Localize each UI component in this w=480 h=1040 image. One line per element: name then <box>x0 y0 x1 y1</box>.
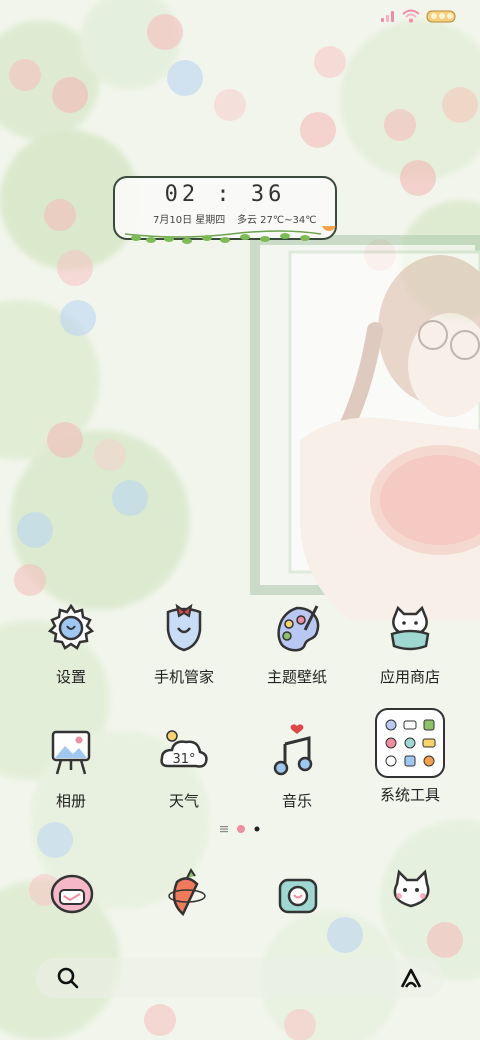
dock-camera[interactable] <box>266 862 330 926</box>
clock-widget[interactable]: 02 : 36 7月10日 星期四 多云 27℃~34℃ <box>113 176 337 244</box>
folder-mini-app-icon <box>382 734 400 751</box>
palette-icon <box>267 598 327 658</box>
app-label: 音乐 <box>281 792 312 810</box>
status-bar <box>380 8 458 24</box>
dock-browser[interactable] <box>153 862 217 926</box>
app-label: 应用商店 <box>379 668 440 686</box>
vine-decoration-icon <box>124 226 336 244</box>
battery-icon <box>426 10 456 23</box>
app-weather[interactable]: 31° 天气 <box>129 722 239 811</box>
page-menu-icon <box>220 826 228 833</box>
app-store[interactable]: 应用商店 <box>355 598 465 687</box>
folder-mini-app-icon <box>401 734 419 751</box>
music-icon <box>267 722 327 782</box>
dock-contacts[interactable] <box>379 862 443 926</box>
clock-weather: 多云 27℃~34℃ <box>237 215 317 226</box>
folder-mini-app-icon <box>420 716 438 733</box>
shield-icon <box>154 598 214 658</box>
app-settings[interactable]: 设置 <box>16 598 126 687</box>
app-label: 设置 <box>55 668 86 686</box>
assistant-icon[interactable] <box>398 966 424 990</box>
search-bar[interactable] <box>36 958 444 998</box>
app-label: 相册 <box>55 792 86 810</box>
folder-mini-app-icon <box>382 753 400 770</box>
clock-date: 7月10日 星期四 <box>153 215 226 226</box>
app-label: 天气 <box>168 792 199 810</box>
page-dot-inactive-icon <box>237 825 245 833</box>
signal-icon <box>381 11 394 22</box>
app-phone-manager[interactable]: 手机管家 <box>129 598 239 687</box>
folder-mini-app-icon <box>420 753 438 770</box>
store-cat-icon <box>380 598 440 658</box>
browser-icon <box>168 868 206 917</box>
app-label: 手机管家 <box>153 668 214 686</box>
wifi-icon <box>402 9 420 23</box>
app-gallery[interactable]: 相册 <box>16 722 126 811</box>
app-music[interactable]: 音乐 <box>242 722 352 811</box>
clock-time: 02 : 36 <box>164 182 286 207</box>
contacts-icon <box>393 869 430 908</box>
app-label: 主题壁纸 <box>266 668 327 686</box>
folder-mini-app-icon <box>382 716 400 733</box>
gallery-icon <box>41 722 101 782</box>
app-system-tools-folder[interactable]: 系统工具 <box>355 708 465 805</box>
gear-icon <box>41 598 101 658</box>
app-label: 系统工具 <box>379 786 440 804</box>
folder-icon <box>375 708 445 778</box>
folder-mini-app-icon <box>420 734 438 751</box>
weather-temperature-badge: 31° <box>172 752 195 767</box>
app-theme-wallpaper[interactable]: 主题壁纸 <box>242 598 352 687</box>
page-dot-active-icon <box>254 826 260 832</box>
folder-mini-app-icon <box>401 753 419 770</box>
messages-icon <box>50 874 94 914</box>
page-indicator[interactable] <box>0 824 480 834</box>
weather-icon: 31° <box>154 722 214 782</box>
search-icon[interactable] <box>56 966 80 990</box>
camera-icon <box>278 878 318 914</box>
dock-messages[interactable] <box>40 862 104 926</box>
folder-mini-app-icon <box>401 716 419 733</box>
